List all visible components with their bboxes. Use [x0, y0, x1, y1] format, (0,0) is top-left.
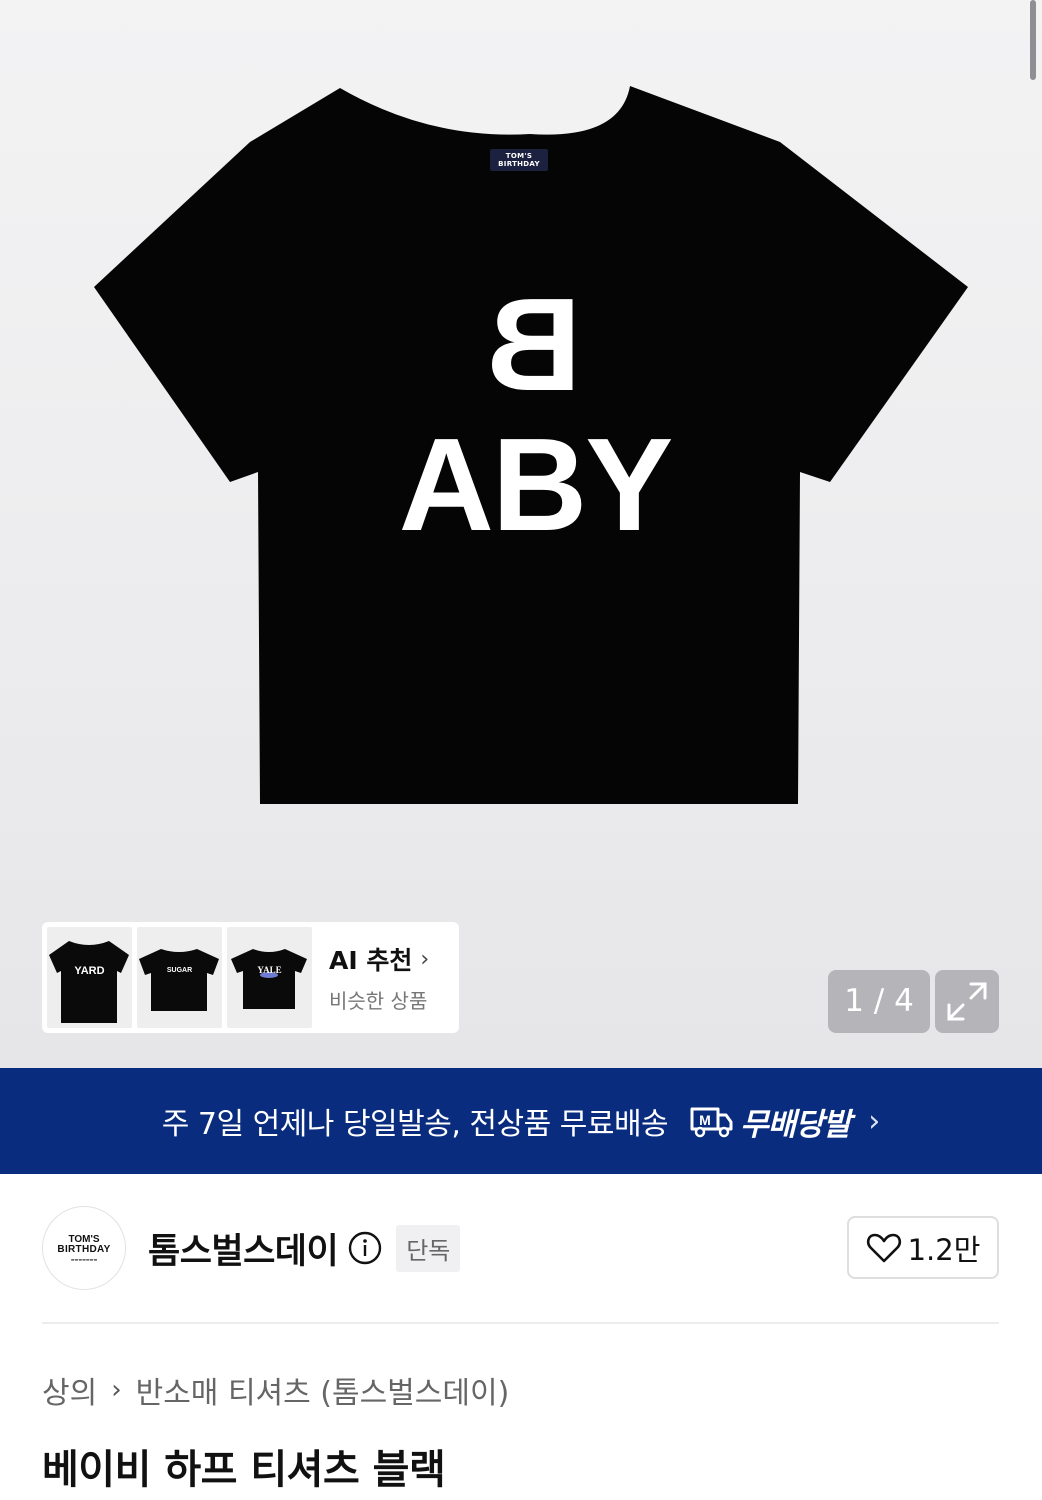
- brand-name[interactable]: 톰스벌스데이: [148, 1223, 339, 1274]
- brand-row: TOM'S BIRTHDAY ▬▬▬▬▬▬▬ 톰스벌스데이 단독 1.2만: [42, 1205, 999, 1291]
- chevron-right-icon: ›: [868, 1103, 881, 1139]
- product-title: 베이비 하프 티셔츠 블랙: [42, 1447, 446, 1493]
- delivery-logo: M 무배당발: [688, 1099, 851, 1144]
- heart-icon: [866, 1233, 901, 1262]
- chevron-right-icon: ›: [420, 946, 430, 972]
- recommend-thumb-1[interactable]: YARD: [47, 927, 132, 1028]
- brand-logo[interactable]: TOM'S BIRTHDAY ▬▬▬▬▬▬▬: [42, 1206, 126, 1290]
- tee-brand-label: TOM'S BIRTHDAY: [490, 149, 548, 171]
- ai-recommend-card[interactable]: YARD SUGAR YALE AI 추천 › 비슷한 상품: [42, 922, 459, 1033]
- product-image: TOM'S BIRTHDAY BABY: [90, 82, 972, 812]
- breadcrumb-subcategory[interactable]: 반소매 티셔츠 (톰스벌스데이): [136, 1368, 510, 1412]
- like-button[interactable]: 1.2만: [847, 1216, 999, 1279]
- ai-recommend-subtitle: 비슷한 상품: [329, 989, 428, 1013]
- scrollbar[interactable]: [1030, 0, 1036, 80]
- exclusive-badge: 단독: [396, 1224, 461, 1272]
- tee-print-text: BABY: [398, 271, 674, 558]
- recommend-thumb-3[interactable]: YALE: [227, 927, 312, 1028]
- image-pager: 1 / 4: [828, 970, 930, 1033]
- svg-text:M: M: [699, 1112, 711, 1128]
- info-icon[interactable]: [348, 1231, 382, 1265]
- like-count: 1.2만: [907, 1232, 981, 1267]
- breadcrumb: 상의 › 반소매 티셔츠 (톰스벌스데이): [42, 1368, 509, 1412]
- breadcrumb-category[interactable]: 상의: [42, 1368, 97, 1412]
- ai-recommend-title[interactable]: AI 추천 ›: [329, 941, 429, 977]
- delivery-truck-icon: M: [690, 1107, 733, 1138]
- divider: [42, 1322, 999, 1324]
- free-shipping-banner[interactable]: 주 7일 언제나 당일발송, 전상품 무료배송 M 무배당발 ›: [0, 1068, 1042, 1174]
- expand-icon: [947, 982, 987, 1021]
- recommend-thumb-2[interactable]: SUGAR: [137, 927, 222, 1028]
- product-image-carousel[interactable]: TOM'S BIRTHDAY BABY YARD SUGAR YALE AI 추…: [0, 0, 1042, 1068]
- chevron-right-icon: ›: [111, 1375, 122, 1405]
- expand-button[interactable]: [935, 970, 999, 1033]
